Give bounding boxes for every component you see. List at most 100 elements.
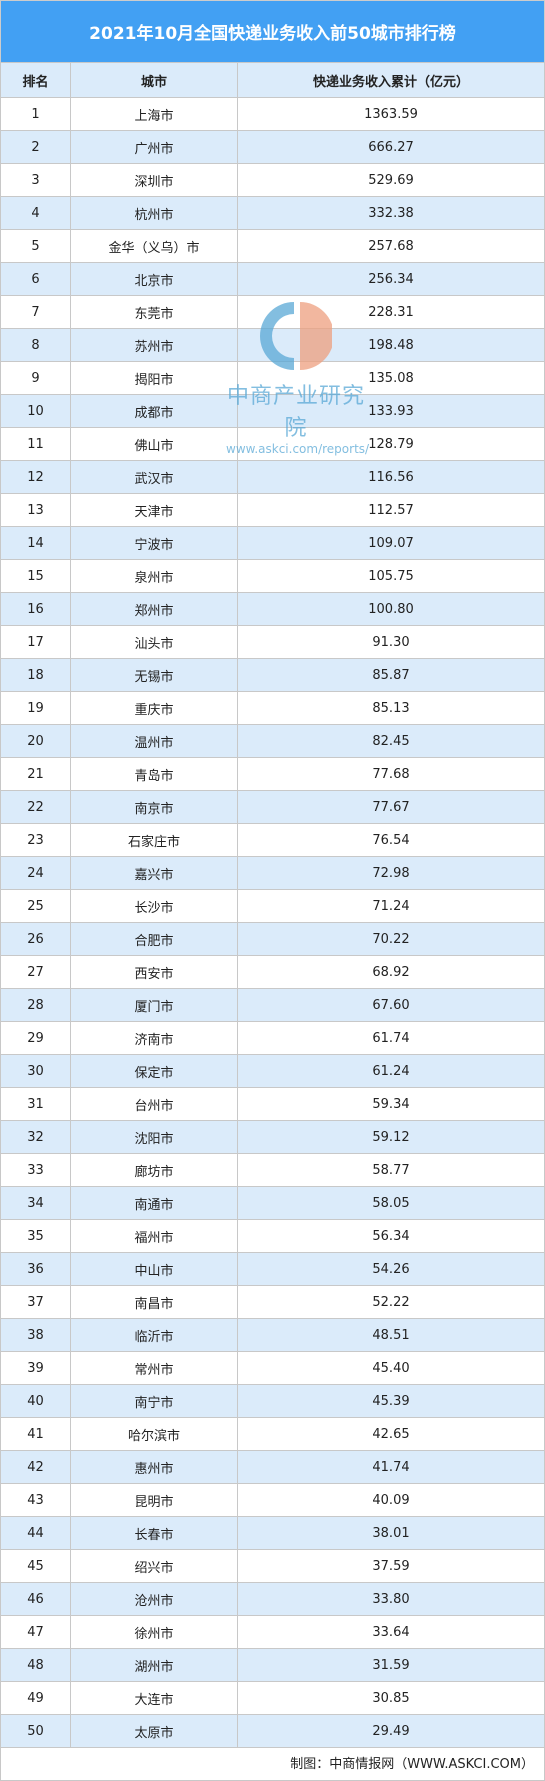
table-row: 1 上海市 1363.59 [0,97,545,131]
rank-cell: 35 [0,1219,71,1253]
rank-cell: 48 [0,1648,71,1682]
revenue-cell: 332.38 [237,196,545,230]
table-row: 30 保定市 61.24 [0,1054,545,1088]
revenue-cell: 67.60 [237,988,545,1022]
city-cell: 廊坊市 [70,1153,238,1187]
table-row: 3 深圳市 529.69 [0,163,545,197]
revenue-cell: 109.07 [237,526,545,560]
city-cell: 昆明市 [70,1483,238,1517]
table-row: 8 苏州市 198.48 [0,328,545,362]
revenue-cell: 59.12 [237,1120,545,1154]
revenue-cell: 33.64 [237,1615,545,1649]
rank-cell: 4 [0,196,71,230]
city-cell: 重庆市 [70,691,238,725]
city-cell: 厦门市 [70,988,238,1022]
revenue-cell: 1363.59 [237,97,545,131]
revenue-cell: 72.98 [237,856,545,890]
revenue-cell: 85.87 [237,658,545,692]
rank-cell: 43 [0,1483,71,1517]
revenue-cell: 256.34 [237,262,545,296]
city-cell: 沧州市 [70,1582,238,1616]
city-cell: 天津市 [70,493,238,527]
revenue-cell: 58.77 [237,1153,545,1187]
city-cell: 广州市 [70,130,238,164]
revenue-cell: 59.34 [237,1087,545,1121]
rank-cell: 13 [0,493,71,527]
rank-cell: 1 [0,97,71,131]
city-cell: 太原市 [70,1714,238,1748]
table-row: 15 泉州市 105.75 [0,559,545,593]
rank-cell: 9 [0,361,71,395]
revenue-cell: 228.31 [237,295,545,329]
table-row: 7 东莞市 228.31 [0,295,545,329]
rank-cell: 33 [0,1153,71,1187]
table-row: 38 临沂市 48.51 [0,1318,545,1352]
table-row: 42 惠州市 41.74 [0,1450,545,1484]
table-row: 12 武汉市 116.56 [0,460,545,494]
revenue-cell: 52.22 [237,1285,545,1319]
rank-cell: 20 [0,724,71,758]
rank-cell: 2 [0,130,71,164]
revenue-cell: 100.80 [237,592,545,626]
revenue-cell: 54.26 [237,1252,545,1286]
city-cell: 长沙市 [70,889,238,923]
revenue-cell: 116.56 [237,460,545,494]
city-cell: 揭阳市 [70,361,238,395]
rank-cell: 37 [0,1285,71,1319]
city-cell: 杭州市 [70,196,238,230]
revenue-cell: 76.54 [237,823,545,857]
revenue-cell: 31.59 [237,1648,545,1682]
rank-cell: 5 [0,229,71,263]
table-row: 2 广州市 666.27 [0,130,545,164]
city-cell: 南京市 [70,790,238,824]
rank-cell: 30 [0,1054,71,1088]
city-cell: 佛山市 [70,427,238,461]
rank-cell: 28 [0,988,71,1022]
table-row: 21 青岛市 77.68 [0,757,545,791]
city-cell: 西安市 [70,955,238,989]
rank-cell: 39 [0,1351,71,1385]
table-row: 10 成都市 133.93 [0,394,545,428]
revenue-cell: 61.74 [237,1021,545,1055]
rank-cell: 46 [0,1582,71,1616]
city-cell: 南昌市 [70,1285,238,1319]
revenue-cell: 41.74 [237,1450,545,1484]
table-row: 25 长沙市 71.24 [0,889,545,923]
city-cell: 大连市 [70,1681,238,1715]
city-cell: 金华（义乌）市 [70,229,238,263]
table-row: 13 天津市 112.57 [0,493,545,527]
city-cell: 常州市 [70,1351,238,1385]
rank-cell: 40 [0,1384,71,1418]
city-cell: 惠州市 [70,1450,238,1484]
revenue-cell: 82.45 [237,724,545,758]
city-cell: 无锡市 [70,658,238,692]
revenue-cell: 529.69 [237,163,545,197]
city-cell: 徐州市 [70,1615,238,1649]
table-row: 49 大连市 30.85 [0,1681,545,1715]
city-cell: 中山市 [70,1252,238,1286]
header-city: 城市 [70,62,238,98]
rank-cell: 47 [0,1615,71,1649]
revenue-cell: 198.48 [237,328,545,362]
table-row: 31 台州市 59.34 [0,1087,545,1121]
table-row: 35 福州市 56.34 [0,1219,545,1253]
city-cell: 武汉市 [70,460,238,494]
table-row: 37 南昌市 52.22 [0,1285,545,1319]
revenue-cell: 77.67 [237,790,545,824]
ranking-table: 排名 城市 快递业务收入累计（亿元） 1 上海市 1363.59 2 广州市 666.27… [0,62,545,1748]
revenue-cell: 257.68 [237,229,545,263]
city-cell: 临沂市 [70,1318,238,1352]
table-row: 5 金华（义乌）市 257.68 [0,229,545,263]
table-row: 29 济南市 61.74 [0,1021,545,1055]
table-row: 24 嘉兴市 72.98 [0,856,545,890]
revenue-cell: 666.27 [237,130,545,164]
revenue-cell: 29.49 [237,1714,545,1748]
revenue-cell: 56.34 [237,1219,545,1253]
table-row: 22 南京市 77.67 [0,790,545,824]
city-cell: 北京市 [70,262,238,296]
revenue-cell: 70.22 [237,922,545,956]
rank-cell: 36 [0,1252,71,1286]
city-cell: 宁波市 [70,526,238,560]
table-row: 39 常州市 45.40 [0,1351,545,1385]
table-row: 41 哈尔滨市 42.65 [0,1417,545,1451]
